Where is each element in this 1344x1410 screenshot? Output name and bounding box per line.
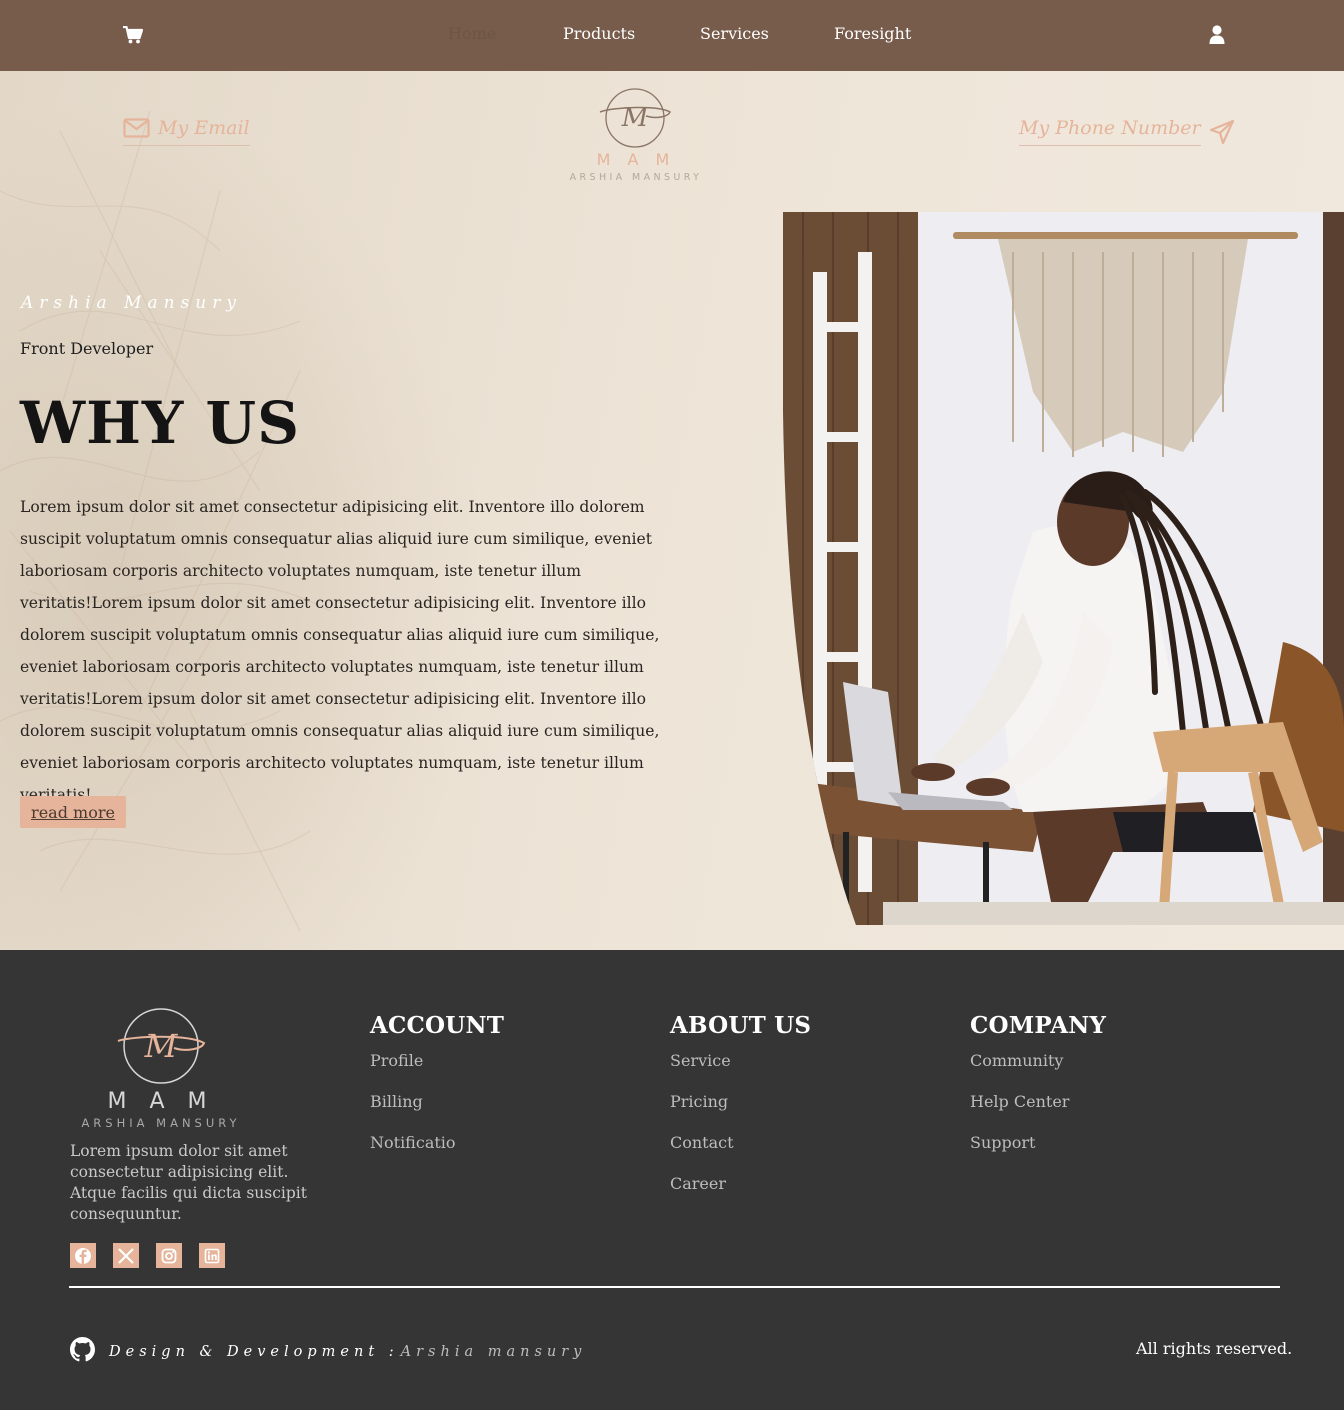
nav-link-foresight[interactable]: Foresight	[834, 24, 911, 43]
x-twitter-icon[interactable]	[113, 1243, 139, 1268]
footer-link-service[interactable]: Service	[670, 1051, 811, 1092]
footer-logo-initials: M A M	[108, 1089, 215, 1114]
nav-link-home[interactable]: Home	[448, 24, 496, 43]
footer-divider	[69, 1286, 1280, 1288]
footer-column-about: ABOUT US Service Pricing Contact Career	[670, 1012, 811, 1215]
footer-link-career[interactable]: Career	[670, 1174, 811, 1215]
logo-name: ARSHIA MANSURY	[570, 172, 703, 183]
read-more-button[interactable]: read more	[20, 796, 126, 828]
linkedin-icon[interactable]	[199, 1243, 225, 1268]
footer-logo[interactable]: M M A M ARSHIA MANSURY	[70, 1008, 254, 1130]
hero-name: Arshia Mansury	[21, 293, 242, 313]
brand-logo[interactable]: M M A M ARSHIA MANSURY	[558, 79, 714, 183]
hero-body-text: Lorem ipsum dolor sit amet consectetur a…	[20, 498, 660, 804]
credit-name: Arshia mansury	[400, 1343, 587, 1360]
top-navbar: Home Products Services Foresight	[0, 0, 1344, 71]
footer-link-billing[interactable]: Billing	[370, 1092, 504, 1133]
user-icon[interactable]	[1208, 25, 1226, 44]
copyright-text: All rights reserved.	[1136, 1339, 1293, 1358]
envelope-icon	[123, 118, 150, 138]
footer-link-help-center[interactable]: Help Center	[970, 1092, 1106, 1133]
footer-link-notifications[interactable]: Notificatio	[370, 1133, 504, 1174]
footer-column-title: COMPANY	[970, 1012, 1107, 1039]
footer-column-title: ACCOUNT	[370, 1012, 505, 1039]
paper-plane-icon	[1209, 119, 1234, 144]
logo-initials: M A M	[597, 150, 676, 169]
footer-logo-name: ARSHIA MANSURY	[81, 1116, 240, 1130]
nav-link-services[interactable]: Services	[700, 24, 769, 43]
shopping-cart-icon[interactable]	[123, 25, 144, 44]
footer-link-support[interactable]: Support	[970, 1133, 1106, 1174]
footer-link-profile[interactable]: Profile	[370, 1051, 504, 1092]
footer-link-contact[interactable]: Contact	[670, 1133, 811, 1174]
site-footer: M M A M ARSHIA MANSURY Lorem ipsum dolor…	[0, 950, 1344, 1410]
phone-label: My Phone Number	[1019, 117, 1201, 146]
hero-section: My Email M M A M ARSHIA MANSURY My Phone…	[0, 71, 1344, 950]
footer-link-pricing[interactable]: Pricing	[670, 1092, 811, 1133]
email-link[interactable]: My Email	[123, 117, 250, 146]
footer-column-account: ACCOUNT Profile Billing Notificatio	[370, 1012, 504, 1174]
email-label: My Email	[158, 117, 250, 139]
credit-label: Design & Development :	[109, 1343, 399, 1360]
footer-link-community[interactable]: Community	[970, 1051, 1106, 1092]
facebook-icon[interactable]	[70, 1243, 96, 1268]
logo-monogram: M	[621, 103, 650, 133]
nav-link-products[interactable]: Products	[563, 24, 635, 43]
hero-photo	[783, 212, 1344, 925]
footer-logo-monogram: M	[144, 1027, 179, 1065]
footer-description: Lorem ipsum dolor sit amet consectetur a…	[70, 1142, 307, 1223]
instagram-icon[interactable]	[156, 1243, 182, 1268]
github-icon[interactable]	[70, 1337, 95, 1366]
footer-credit: Design & Development : Arshia mansury	[70, 1337, 586, 1366]
footer-column-company: COMPANY Community Help Center Support	[970, 1012, 1106, 1174]
phone-link[interactable]: My Phone Number	[1019, 117, 1235, 146]
hero-role: Front Developer	[20, 339, 154, 358]
social-links	[70, 1243, 225, 1268]
hero-title: WHY US	[20, 389, 300, 457]
footer-column-title: ABOUT US	[670, 1012, 812, 1039]
